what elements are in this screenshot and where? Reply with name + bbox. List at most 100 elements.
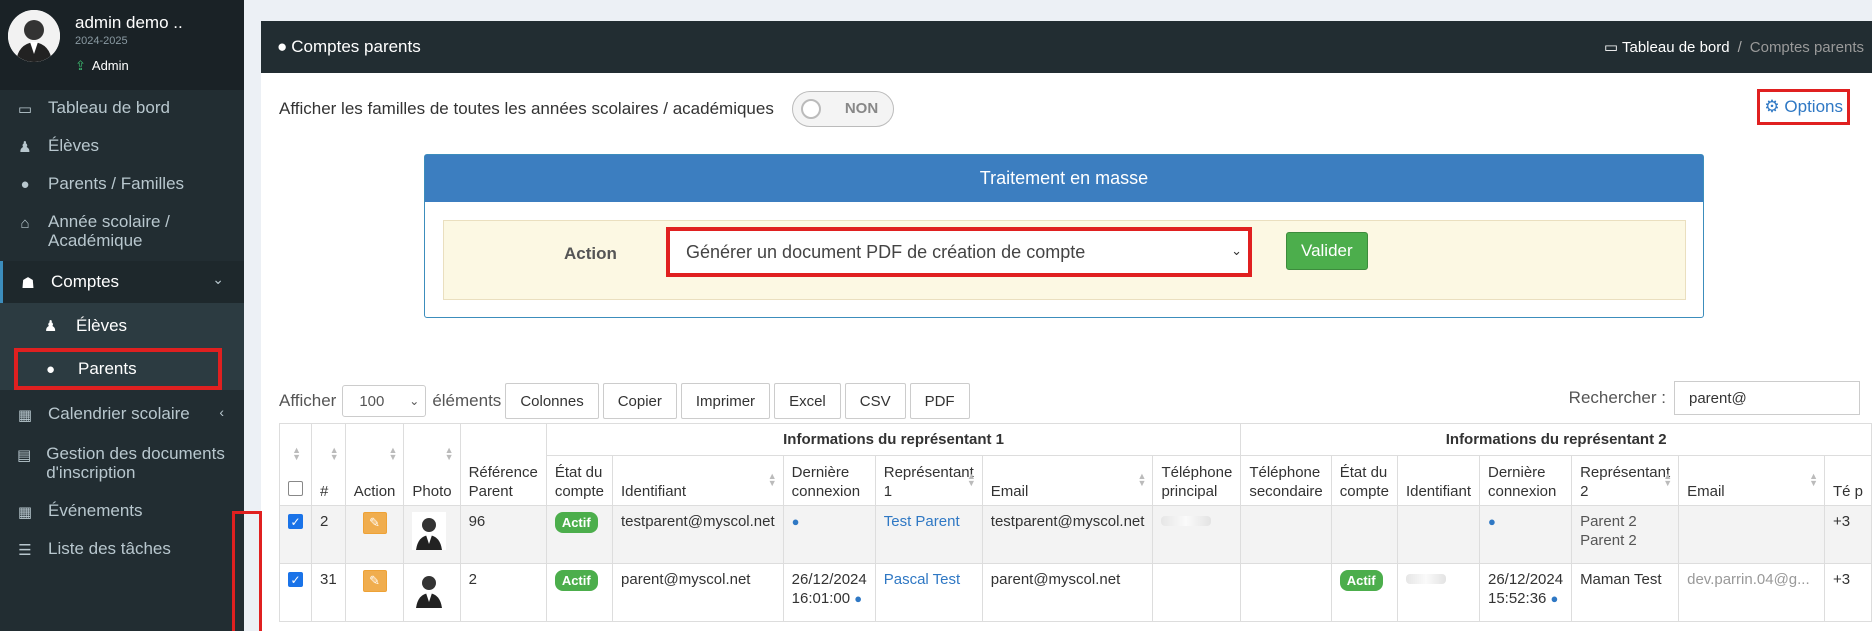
chevron-left-icon: ‹ — [219, 404, 224, 420]
sort-icon: ▲ ▼ — [329, 445, 339, 462]
select-all-checkbox[interactable] — [288, 481, 303, 496]
csv-button[interactable]: CSV — [844, 383, 906, 419]
col-ref[interactable]: Référence Parent — [459, 423, 547, 506]
all-years-toggle[interactable]: NON — [791, 91, 894, 127]
checkbox-highlight — [232, 511, 262, 631]
col-tel3[interactable]: Té p — [1823, 455, 1872, 506]
sidebar-item-calendar[interactable]: ▦ Calendrier scolaire ‹ — [0, 394, 244, 436]
sidebar: admin demo .. 2024-2025 ⇪ Admin ▭ Tableau … — [0, 0, 244, 631]
col-num[interactable]: ▲ ▼ # — [311, 423, 346, 506]
select-all-header: ▲ ▼ — [279, 423, 312, 506]
sidebar-item-tasks[interactable]: ☰ Liste des tâches — [0, 531, 244, 569]
sidebar-item-documents[interactable]: ▤ Gestion des documents d'inscription — [0, 436, 244, 493]
info-icon[interactable]: ● — [792, 514, 800, 529]
table-row[interactable]: ✓ 31 ✎ 2 Actif parent@myscol.net 26/12/2… — [279, 563, 1872, 622]
breadcrumb-home[interactable]: Tableau de bord — [1622, 39, 1730, 56]
table-row[interactable]: ✓ 2 ✎ 96 Actif testparent@myscol.net ● T… — [279, 505, 1872, 564]
info-icon[interactable]: ● — [1488, 514, 1496, 529]
sort-icon: ▲ ▼ — [1663, 471, 1673, 488]
sidebar-item-accounts[interactable]: ☗ Comptes ⌄ — [0, 261, 244, 303]
parents-table: ▲ ▼ ▲ ▼ # ▲ ▼ Action ▲ ▼ Photo Référence Parent… — [279, 423, 1872, 622]
sidebar-item-school-year[interactable]: ⌂ Année scolaire / Académique — [0, 204, 244, 261]
row-checkbox[interactable]: ✓ — [288, 572, 303, 587]
page-length-select[interactable]: 100 ⌄ — [342, 385, 427, 417]
list-icon: ☰ — [18, 542, 32, 559]
col-tel2[interactable]: Téléphone secondaire — [1240, 455, 1332, 506]
sort-icon: ▲ ▼ — [767, 471, 777, 488]
col-photo[interactable]: ▲ ▼ Photo — [403, 423, 461, 506]
cell-num: 31 — [311, 563, 346, 622]
cell-email2: dev.parrin.04@g... — [1678, 563, 1825, 622]
col-state2[interactable]: État du compte — [1330, 455, 1398, 506]
cell-ref: 96 — [459, 505, 547, 564]
search-area: Rechercher : parent@ — [1569, 381, 1860, 415]
table-group-header: ▲ ▼ ▲ ▼ # ▲ ▼ Action ▲ ▼ Photo Référence Parent… — [279, 423, 1872, 506]
submenu-item-label: Parents — [78, 359, 137, 378]
chevron-down-icon: ⌄ — [409, 394, 420, 408]
col-rep2[interactable]: ▲ ▼ Représentant 2 — [1571, 455, 1680, 506]
sidebar-item-label: Comptes — [51, 272, 120, 291]
show-label: Afficher — [279, 391, 337, 410]
col-last-login[interactable]: Dernière connexion — [782, 455, 876, 506]
search-label: Rechercher : — [1568, 388, 1666, 407]
all-years-toggle-row: Afficher les familles de toutes les anné… — [279, 91, 894, 127]
copy-button[interactable]: Copier — [602, 383, 677, 419]
home-icon: ⌂ — [20, 215, 30, 232]
submenu-item-parents[interactable]: ● Parents — [14, 348, 222, 390]
page-title: Comptes parents — [291, 37, 421, 56]
sort-icon: ▲ ▼ — [1809, 471, 1818, 488]
user-name: admin demo .. — [75, 13, 183, 32]
user-icon: ● — [277, 37, 288, 56]
rep1-link[interactable]: Pascal Test — [884, 571, 960, 588]
print-button[interactable]: Imprimer — [680, 383, 771, 419]
col-action[interactable]: ▲ ▼ Action — [344, 423, 405, 506]
cell-tel2 — [1240, 505, 1332, 564]
col-tel1[interactable]: Téléphone principal — [1152, 455, 1242, 506]
cell-rep2: Maman Test — [1571, 563, 1680, 622]
options-link[interactable]: ⚙ Options — [1757, 89, 1850, 125]
excel-button[interactable]: Excel — [774, 383, 841, 419]
mass-panel-body: Action Générer un document PDF de créati… — [443, 220, 1686, 300]
col-ident[interactable]: ▲ ▼ Identifiant — [612, 455, 784, 506]
search-input[interactable]: parent@ — [1674, 381, 1860, 415]
cell-tel2 — [1240, 563, 1332, 622]
avatar-image — [8, 10, 60, 62]
options-label: Options — [1784, 97, 1843, 116]
sidebar-item-label: Élèves — [48, 136, 100, 155]
sidebar-item-dashboard[interactable]: ▭ Tableau de bord — [0, 90, 244, 128]
col-email[interactable]: ▲ ▼ Email — [981, 455, 1154, 506]
sort-icon: ▲ ▼ — [1137, 471, 1147, 488]
pdf-button[interactable]: PDF — [909, 383, 970, 419]
col-rep1[interactable]: ▲ ▼ Représentant 1 — [874, 455, 983, 506]
toggle-knob — [800, 99, 821, 119]
col-last-login2[interactable]: Dernière connexion — [1478, 455, 1573, 506]
edit-icon[interactable]: ✎ — [362, 512, 387, 534]
info-icon[interactable]: ● — [1551, 591, 1559, 606]
cell-photo — [403, 505, 461, 564]
submenu-item-students[interactable]: ♟ Élèves — [0, 303, 244, 348]
rep1-link[interactable]: Test Parent — [884, 513, 960, 530]
cell-ident: parent@myscol.net — [612, 563, 784, 622]
sidebar-item-events[interactable]: ▦ Événements — [0, 493, 244, 531]
student-icon: ♟ — [44, 317, 58, 335]
cell-state: Actif — [545, 563, 614, 622]
cell-state2: Actif — [1330, 563, 1398, 622]
action-label: Action — [564, 244, 617, 263]
col-ident2[interactable]: Identifiant — [1396, 455, 1480, 506]
columns-button[interactable]: Colonnes — [505, 383, 599, 419]
info-icon[interactable]: ● — [854, 591, 862, 606]
accounts-submenu: ♟ Élèves ● Parents — [0, 303, 244, 390]
cell-num: 2 — [311, 505, 346, 564]
sidebar-item-students[interactable]: ♟ Élèves — [0, 128, 244, 166]
col-email2[interactable]: ▲ ▼ Email — [1678, 455, 1825, 506]
photo-image — [412, 570, 447, 608]
action-select[interactable]: Générer un document PDF de création de c… — [666, 227, 1252, 277]
avatar[interactable] — [8, 10, 60, 62]
laptop-icon: ▭ — [1603, 39, 1619, 56]
sidebar-item-parents[interactable]: ● Parents / Familles — [0, 166, 244, 204]
col-state[interactable]: État du compte — [545, 455, 614, 506]
edit-icon[interactable]: ✎ — [362, 570, 387, 592]
validate-button[interactable]: Valider — [1286, 232, 1368, 270]
row-checkbox[interactable]: ✓ — [288, 514, 303, 529]
calendar-icon: ▦ — [17, 504, 33, 521]
